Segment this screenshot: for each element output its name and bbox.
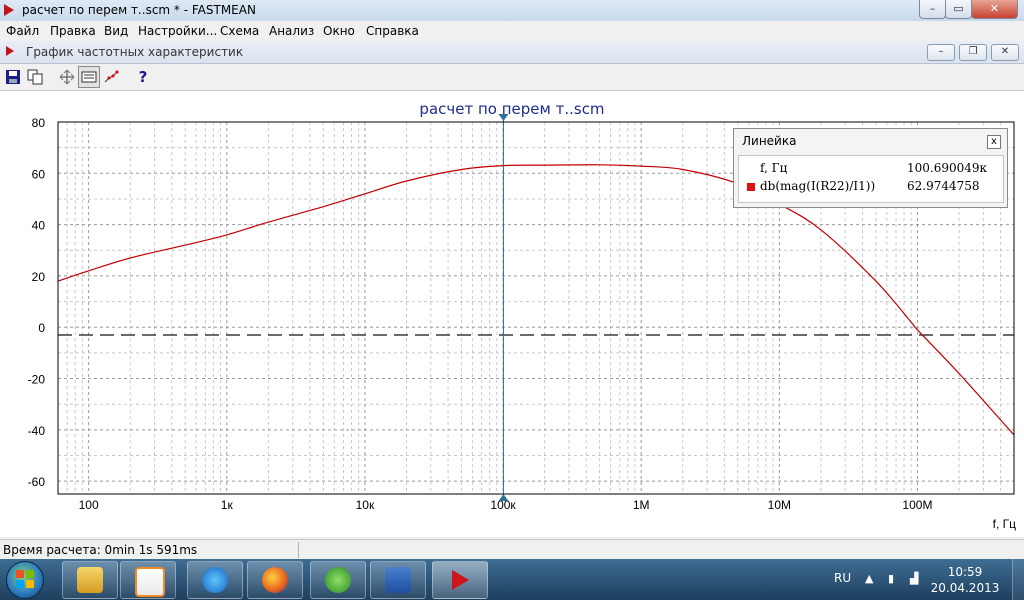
x-tick-label: 1к — [221, 498, 234, 512]
menu-settings[interactable]: Настройки... — [138, 24, 217, 38]
title-bar: расчет по перем т..scm * - FASTMEAN – ▭ … — [0, 0, 1024, 22]
taskbar: RU ▲ ▮ ▟ 10:59 20.04.2013 — [0, 559, 1024, 600]
x-axis-label: f, Гц — [993, 517, 1017, 531]
ruler-close-button[interactable]: x — [987, 135, 1001, 149]
network-icon[interactable]: ▟ — [910, 572, 918, 585]
x-tick-label: 1M — [633, 498, 650, 512]
taskbar-word[interactable] — [370, 561, 426, 599]
ruler-values: f, Гц 100.690049к db(mag(I(R22)/I1)) 62.… — [738, 155, 1004, 203]
child-close-button[interactable]: ✕ — [991, 44, 1019, 61]
cursor-handle-top[interactable] — [498, 114, 509, 121]
utorrent-icon — [325, 567, 351, 593]
media-player-icon — [135, 567, 165, 597]
clock-date[interactable]: 20.04.2013 — [930, 581, 1000, 595]
show-desktop-button[interactable] — [1012, 559, 1024, 600]
x-tick-label: 10к — [356, 498, 375, 512]
child-window-bar: График частотных характеристик – ❐ ✕ — [0, 41, 1024, 64]
taskbar-explorer[interactable] — [62, 561, 118, 599]
menu-view[interactable]: Вид — [104, 24, 128, 38]
toolbar: ? — [0, 64, 1024, 91]
window-title: расчет по перем т..scm * - FASTMEAN — [22, 3, 256, 17]
cursor[interactable] — [498, 114, 509, 501]
ruler-row-x: f, Гц 100.690049к — [739, 159, 1003, 177]
close-button[interactable]: ✕ — [971, 0, 1018, 19]
y-tick-label: 0 — [38, 321, 45, 335]
menu-schema[interactable]: Схема — [220, 24, 259, 38]
ruler-x-name: f, Гц — [760, 161, 788, 175]
x-tick-label: 10M — [768, 498, 791, 512]
battery-icon[interactable]: ▮ — [888, 572, 894, 585]
ruler-y-name: db(mag(I(R22)/I1)) — [760, 179, 876, 193]
status-separator — [298, 542, 299, 558]
child-window-title: График частотных характеристик — [26, 45, 244, 59]
taskbar-utorrent[interactable] — [310, 561, 366, 599]
internet-explorer-icon — [202, 567, 228, 593]
series-color-swatch — [747, 183, 755, 191]
menu-file[interactable]: Файл — [6, 24, 39, 38]
y-tick-label: 60 — [32, 167, 46, 181]
y-tick-label: 80 — [32, 116, 46, 130]
y-tick-label: -40 — [28, 424, 46, 438]
windows-logo-icon — [16, 570, 34, 588]
ruler-icon[interactable] — [78, 66, 100, 88]
menu-window[interactable]: Окно — [323, 24, 355, 38]
move-icon[interactable] — [56, 66, 78, 88]
taskbar-firefox[interactable] — [247, 561, 303, 599]
menu-bar: Файл Правка Вид Настройки... Схема Анали… — [0, 21, 1024, 41]
x-tick-label: 100M — [902, 498, 932, 512]
ruler-row-y: db(mag(I(R22)/I1)) 62.9744758 — [739, 177, 1003, 195]
clock-time[interactable]: 10:59 — [940, 565, 990, 579]
save-icon[interactable] — [2, 66, 24, 88]
taskbar-internet-explorer[interactable] — [187, 561, 243, 599]
calc-time-status: Время расчета: 0min 1s 591ms — [3, 543, 198, 557]
ruler-x-value: 100.690049к — [907, 161, 988, 175]
y-tick-label: -60 — [28, 475, 46, 489]
explorer-icon — [77, 567, 103, 593]
y-tick-label: -20 — [28, 373, 46, 387]
x-tick-label: 100 — [79, 498, 99, 512]
fastmean-logo-icon — [4, 4, 14, 16]
child-restore-button[interactable]: ❐ — [959, 44, 987, 61]
fastmean-child-icon — [6, 46, 14, 56]
ruler-y-value: 62.9744758 — [907, 179, 980, 193]
y-tick-label: 40 — [32, 219, 46, 233]
y-tick-label: 20 — [32, 270, 46, 284]
menu-help[interactable]: Справка — [366, 24, 419, 38]
copy-icon[interactable] — [24, 66, 46, 88]
minimize-button[interactable]: – — [919, 0, 946, 19]
tray-arrow-icon[interactable]: ▲ — [865, 572, 873, 585]
menu-analysis[interactable]: Анализ — [269, 24, 314, 38]
maximize-button[interactable]: ▭ — [945, 0, 972, 19]
ruler-title: Линейка — [742, 134, 797, 148]
firefox-icon — [262, 567, 288, 593]
menu-edit[interactable]: Правка — [50, 24, 96, 38]
child-minimize-button[interactable]: – — [927, 44, 955, 61]
language-indicator[interactable]: RU — [834, 571, 851, 585]
fastmean-icon — [447, 567, 473, 593]
ruler-panel[interactable]: Линейка x f, Гц 100.690049к db(mag(I(R22… — [733, 128, 1008, 208]
curve-points-icon[interactable] — [100, 66, 122, 88]
taskbar-media-player[interactable] — [120, 561, 176, 599]
status-bar: Время расчета: 0min 1s 591ms — [0, 539, 1024, 560]
taskbar-fastmean[interactable] — [432, 561, 488, 599]
help-icon[interactable]: ? — [132, 66, 154, 88]
start-button[interactable] — [6, 561, 44, 599]
word-icon — [385, 567, 411, 593]
